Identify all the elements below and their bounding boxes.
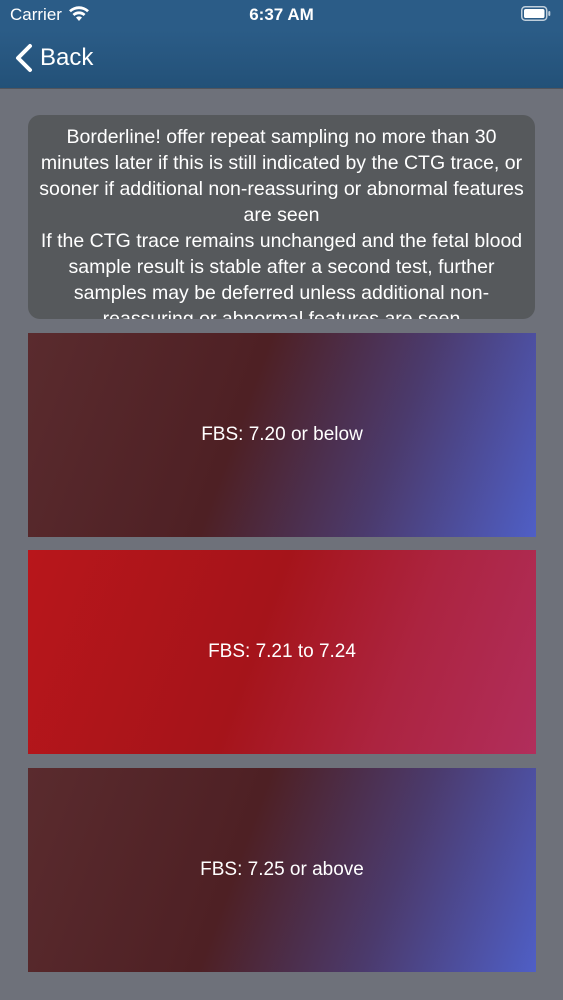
advice-paragraph: If the CTG trace remains unchanged and t… bbox=[40, 230, 523, 319]
option-label: FBS: 7.21 to 7.24 bbox=[208, 641, 356, 662]
advice-paragraph: Borderline! offer repeat sampling no mor… bbox=[39, 126, 524, 226]
option-label: FBS: 7.25 or above bbox=[200, 859, 364, 880]
navigation-bar: Back bbox=[0, 30, 563, 88]
option-fbs-725-or-above[interactable]: FBS: 7.25 or above bbox=[28, 768, 536, 972]
option-label: FBS: 7.20 or below bbox=[201, 424, 363, 445]
advice-message: Borderline! offer repeat sampling no mor… bbox=[28, 115, 535, 319]
option-fbs-721-to-724[interactable]: FBS: 7.21 to 7.24 bbox=[28, 550, 536, 754]
battery-icon bbox=[521, 6, 551, 21]
option-fbs-720-or-below[interactable]: FBS: 7.20 or below bbox=[28, 333, 536, 537]
back-label: Back bbox=[40, 44, 94, 71]
chevron-left-icon bbox=[16, 44, 32, 72]
status-bar: Carrier 6:37 AM bbox=[0, 0, 563, 30]
clock: 6:37 AM bbox=[249, 5, 314, 24]
back-button[interactable]: Back bbox=[14, 42, 93, 74]
